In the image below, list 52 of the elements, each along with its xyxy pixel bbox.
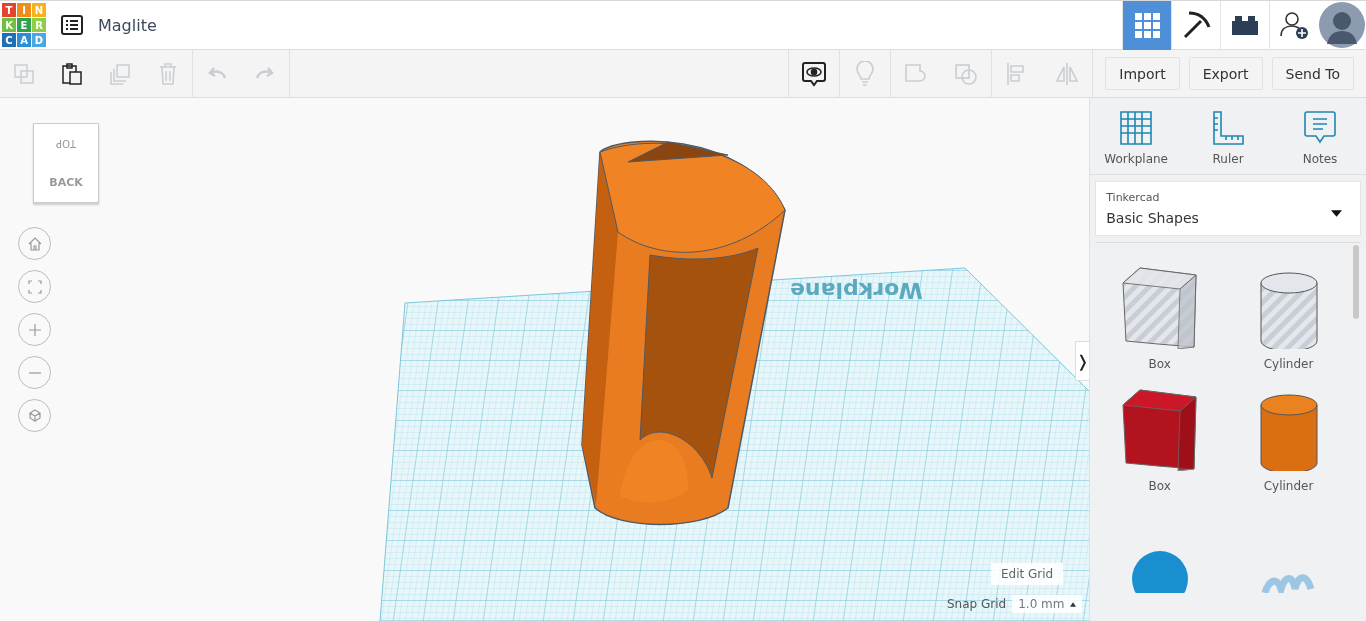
logo-letter: K (2, 18, 16, 32)
paste-icon[interactable] (60, 61, 84, 86)
caret-down-icon (1331, 210, 1342, 217)
zoom-out-button[interactable] (18, 356, 51, 389)
notes-tool[interactable]: Notes (1275, 110, 1365, 166)
fit-view-button[interactable] (18, 270, 51, 303)
logo-letter: R (32, 18, 46, 32)
toolbar-button[interactable]: Import (1105, 57, 1180, 90)
workplane-label: Workplane (790, 278, 923, 303)
logo-letter: E (17, 18, 31, 32)
toolbar-button[interactable]: Export (1188, 57, 1263, 90)
shape-library-dropdown[interactable]: Tinkercad Basic Shapes (1095, 181, 1361, 236)
caret-up-icon (1070, 601, 1077, 607)
cube-icon (26, 407, 43, 424)
logo-letter: I (17, 3, 31, 17)
snap-grid-dropdown[interactable]: 1.0 mm (1012, 595, 1083, 613)
design-title[interactable]: Maglite (98, 15, 157, 35)
logo-letter: A (17, 33, 31, 47)
grid-icon (1118, 110, 1155, 146)
perspective-button[interactable] (18, 399, 51, 432)
note-icon (1302, 110, 1338, 146)
3d-model-drawing[interactable] (581, 140, 786, 526)
pickaxe-icon (1181, 10, 1211, 40)
fit-view-icon (26, 278, 43, 295)
app-logo[interactable]: T I N K E R C A D (2, 3, 46, 47)
ruler-icon (1210, 110, 1247, 146)
grid-icon (1134, 12, 1160, 38)
edit-grid-button[interactable]: Edit Grid (991, 563, 1064, 585)
ruler-tool[interactable]: Ruler (1183, 110, 1274, 166)
box-shape-item[interactable]: Box (1095, 265, 1225, 371)
collapse-panel-toggle[interactable]: ❭ (1075, 341, 1090, 381)
minus-icon (26, 371, 43, 374)
logo-letter: T (2, 3, 16, 17)
logo-letter: N (32, 3, 46, 17)
design-list-icon[interactable] (60, 13, 84, 37)
cube-face-label: BACK (49, 175, 83, 189)
logo-letter: D (32, 33, 46, 47)
eye-bubble-icon[interactable] (801, 60, 828, 87)
workplane-tool[interactable]: Workplane (1091, 110, 1182, 166)
home-button[interactable] (18, 227, 51, 260)
toolbar-button[interactable]: Send To (1271, 57, 1354, 90)
plus-icon (26, 321, 43, 338)
cube-face-label: TOP (56, 137, 76, 149)
cylinder-shape-item[interactable]: Cylinder (1224, 265, 1353, 371)
logo-letter: C (2, 33, 16, 47)
home-icon (26, 235, 43, 252)
add-user-icon (1279, 10, 1309, 40)
cylinder-shape-item[interactable]: Cylinder (1224, 387, 1353, 493)
zoom-in-button[interactable] (18, 313, 51, 346)
box-shape-item[interactable]: Box (1095, 387, 1225, 493)
user-avatar-icon[interactable] (1319, 2, 1365, 48)
snap-grid-label: Snap Grid (947, 597, 1007, 611)
